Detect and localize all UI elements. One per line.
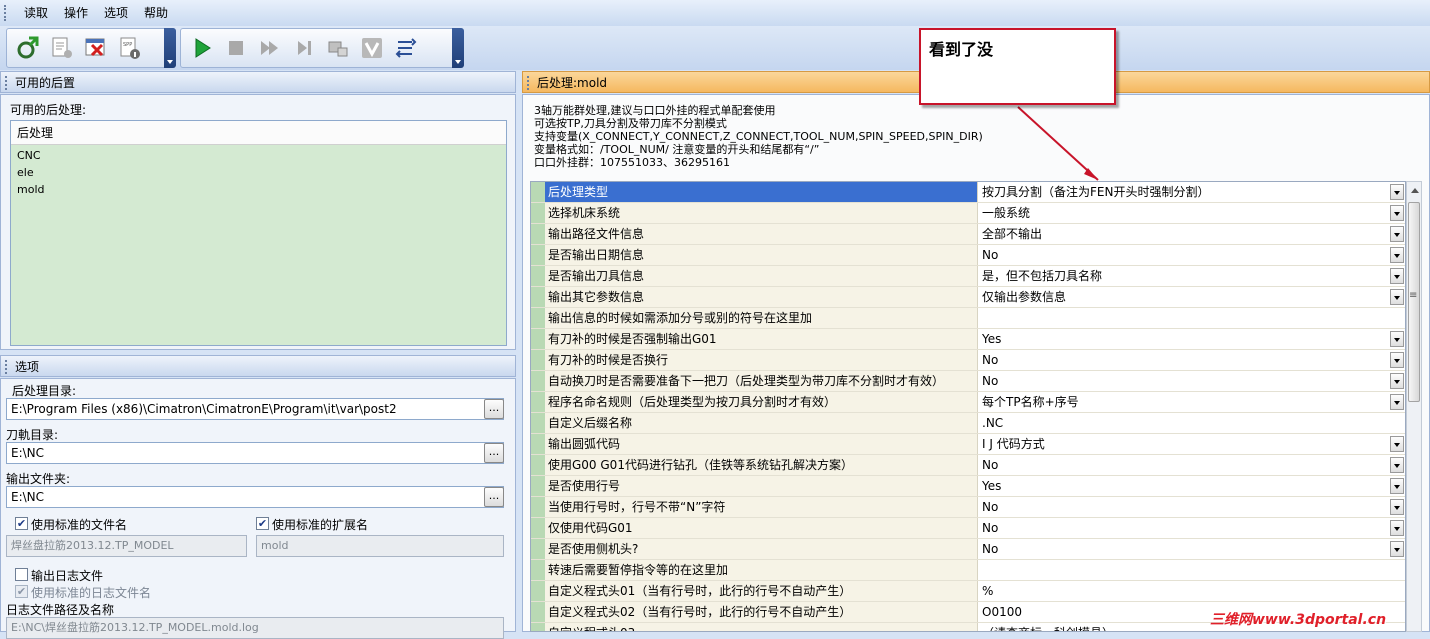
callout-box: 看到了没	[919, 28, 1116, 105]
callout-arrow	[1017, 106, 1099, 181]
watermark: 三维网www.3dportal.cn	[1210, 612, 1387, 628]
